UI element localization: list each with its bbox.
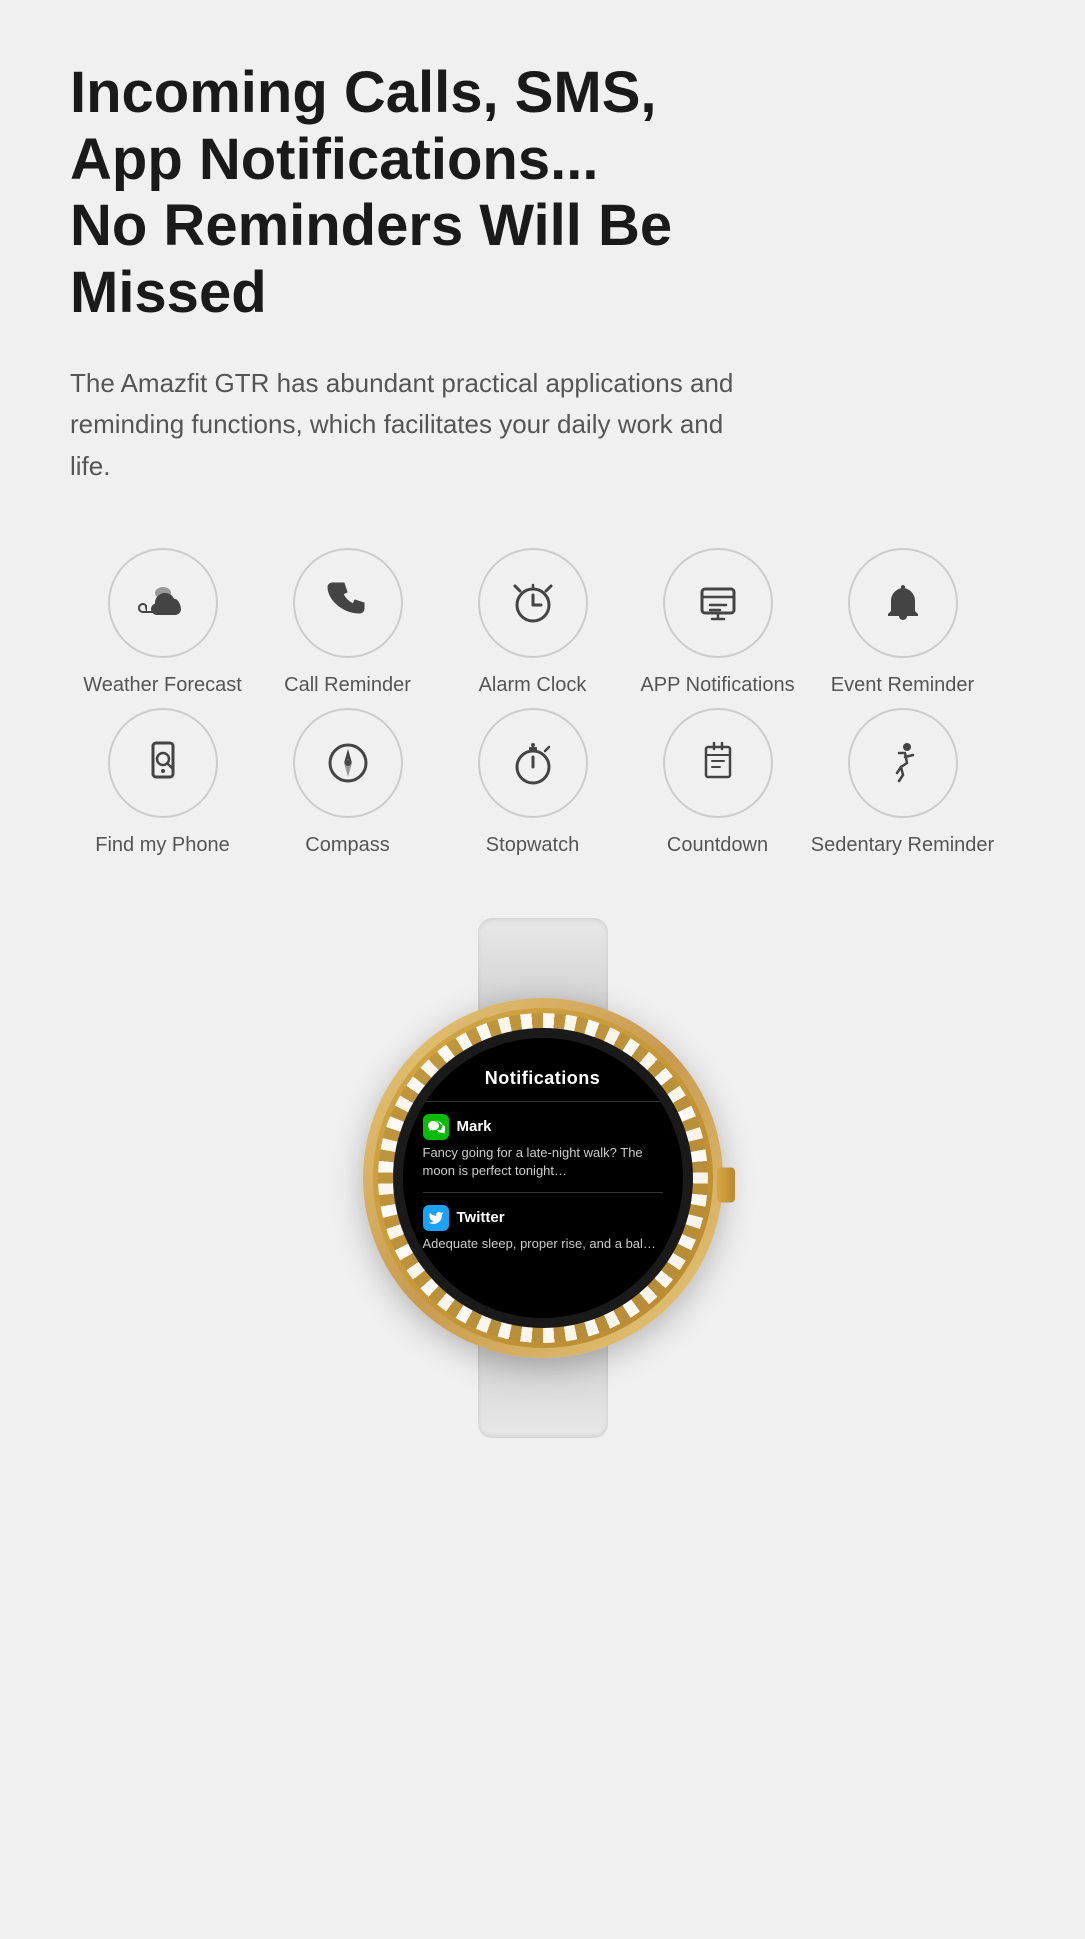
feature-app-notifications: APP Notifications <box>625 548 810 698</box>
feature-stopwatch: Stopwatch <box>440 708 625 858</box>
event-reminder-circle <box>848 548 958 658</box>
screen-content: Notifications <box>403 1038 683 1318</box>
feature-alarm-clock: Alarm Clock <box>440 548 625 698</box>
call-reminder-circle <box>293 548 403 658</box>
feature-compass: Compass <box>255 708 440 858</box>
icons-row-2: Find my Phone Compass <box>70 708 1015 858</box>
wechat-app-icon <box>423 1114 449 1140</box>
feature-call-reminder: Call Reminder <box>255 548 440 698</box>
watch-inner-ring: Notifications <box>393 1028 693 1328</box>
compass-label: Compass <box>305 832 389 858</box>
main-headline: Incoming Calls, SMS, App Notifications..… <box>70 60 820 327</box>
app-notifications-label: APP Notifications <box>640 672 794 698</box>
phone-icon <box>322 577 374 629</box>
twitter-app-icon <box>423 1205 449 1231</box>
feature-event-reminder: Event Reminder <box>810 548 995 698</box>
bell-icon <box>877 577 929 629</box>
cloud-icon <box>137 577 189 629</box>
feature-sedentary-reminder: Sedentary Reminder <box>810 708 995 858</box>
description-text: The Amazfit GTR has abundant practical a… <box>70 363 770 488</box>
page-container: Incoming Calls, SMS, App Notifications..… <box>0 0 1085 1518</box>
feature-find-my-phone: Find my Phone <box>70 708 255 858</box>
headline-line1: Incoming Calls, SMS, <box>70 60 657 125</box>
event-reminder-label: Event Reminder <box>831 672 974 698</box>
stopwatch-icon <box>507 737 559 789</box>
feature-countdown: Countdown <box>625 708 810 858</box>
weather-forecast-circle <box>108 548 218 658</box>
alarm-clock-label: Alarm Clock <box>479 672 587 698</box>
findphone-icon <box>137 737 189 789</box>
notif-2-message: Adequate sleep, proper rise, and a bal… <box>423 1235 663 1253</box>
find-my-phone-circle <box>108 708 218 818</box>
features-grid: Weather Forecast Call Reminder <box>70 548 1015 858</box>
stopwatch-label: Stopwatch <box>486 832 579 858</box>
notif-2-header: Twitter <box>423 1205 663 1231</box>
weather-forecast-label: Weather Forecast <box>83 672 242 698</box>
notif-divider <box>423 1101 663 1102</box>
headline-line2: App Notifications... <box>70 127 598 192</box>
find-my-phone-label: Find my Phone <box>95 832 230 858</box>
headline-line3: No Reminders Will Be Missed <box>70 193 672 325</box>
compass-icon <box>322 737 374 789</box>
app-notifications-circle <box>663 548 773 658</box>
notif-1-sender: Mark <box>457 1118 492 1135</box>
notifications-title: Notifications <box>423 1068 663 1089</box>
alarm-clock-circle <box>478 548 588 658</box>
notification-item-1: Mark Fancy going for a late-night walk? … <box>423 1114 663 1180</box>
notif-2-sender: Twitter <box>457 1209 505 1226</box>
notification-icon <box>692 577 744 629</box>
countdown-icon <box>692 737 744 789</box>
watch-screen: Notifications <box>403 1038 683 1318</box>
sedentary-icon <box>877 737 929 789</box>
compass-circle <box>293 708 403 818</box>
watch-bezel: Notifications <box>373 1008 713 1348</box>
watch-section: Notifications <box>70 918 1015 1438</box>
sedentary-reminder-label: Sedentary Reminder <box>811 832 994 858</box>
watch-outer: Notifications <box>333 918 753 1438</box>
alarm-icon <box>507 577 559 629</box>
stopwatch-circle <box>478 708 588 818</box>
notif-1-message: Fancy going for a late-night walk? The m… <box>423 1144 663 1180</box>
icons-row-1: Weather Forecast Call Reminder <box>70 548 1015 698</box>
notification-item-2: Twitter Adequate sleep, proper rise, and… <box>423 1205 663 1253</box>
sedentary-reminder-circle <box>848 708 958 818</box>
notif-1-header: Mark <box>423 1114 663 1140</box>
countdown-circle <box>663 708 773 818</box>
feature-weather-forecast: Weather Forecast <box>70 548 255 698</box>
countdown-label: Countdown <box>667 832 768 858</box>
watch-case: Notifications <box>363 998 723 1358</box>
notif-divider-2 <box>423 1192 663 1193</box>
watch-crown <box>717 1167 735 1202</box>
call-reminder-label: Call Reminder <box>284 672 411 698</box>
